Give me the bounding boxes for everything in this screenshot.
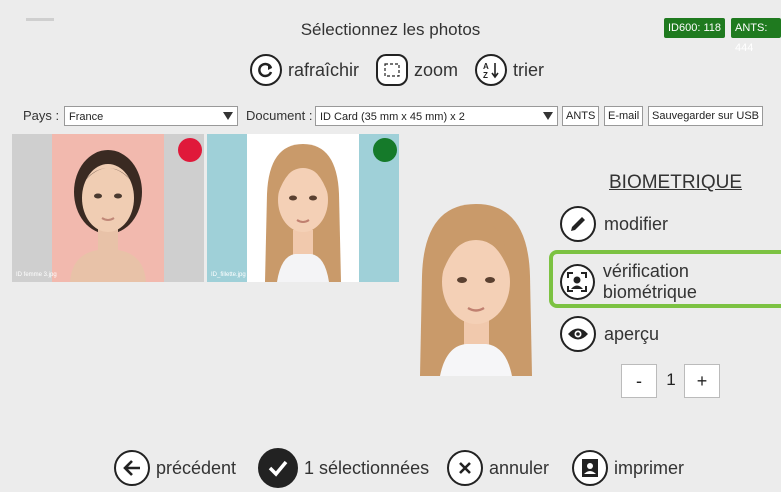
print-button[interactable]: imprimer [572,448,684,488]
quantity-value: 1 [666,370,676,389]
portrait-print-icon [572,450,608,486]
country-label: Pays : [23,108,60,123]
decrement-button[interactable]: - [621,364,657,398]
pencil-icon [560,206,596,242]
woman-portrait [70,150,146,282]
selected-count-label: 1 sélectionnées [304,457,430,478]
arrow-left-icon [114,450,150,486]
photo-filename: ID_fillette.jpg [211,272,246,278]
refresh-button[interactable]: rafraîchir [250,52,359,88]
country-value: France [69,111,104,123]
svg-text:A: A [483,62,489,71]
zoom-frame-icon [376,54,408,86]
eye-icon [560,316,596,352]
sort-label: trier [513,59,544,80]
cancel-button[interactable]: annuler [447,448,549,488]
checkmark-icon [258,448,298,488]
ants-button[interactable]: ANTS [562,106,600,126]
ants-counter-badge: ANTS: 444 [731,18,781,54]
increment-button[interactable]: + [684,364,720,398]
preview-button[interactable]: aperçu [560,316,659,352]
refresh-icon [250,54,282,86]
face-scan-icon [560,264,595,300]
save-usb-button[interactable]: Sauvegarder sur USB [648,106,763,126]
modify-button[interactable]: modifier [560,206,668,242]
document-label: Document : [246,108,313,123]
chevron-down-icon [223,112,233,120]
photo-thumbnail-1[interactable]: ID femme 3.jpg [12,134,204,282]
zoom-label: zoom [414,59,459,80]
biometric-heading: BIOMETRIQUE [609,172,743,193]
previous-label: précédent [156,457,237,478]
email-button[interactable]: E-mail [604,106,644,126]
status-red-dot [178,138,202,162]
biometric-verification-button[interactable]: vérification biométrique [560,261,781,303]
refresh-label: rafraîchir [288,59,360,80]
zoom-button[interactable]: zoom [376,52,458,88]
document-select[interactable]: ID Card (35 mm x 45 mm) x 2 [315,106,558,126]
girl-portrait [265,144,341,282]
preview-label: aperçu [604,323,660,344]
modify-label: modifier [604,213,669,234]
selected-photo-preview [406,196,547,376]
previous-button[interactable]: précédent [114,448,236,488]
biometric-verification-label: vérification biométrique [602,261,697,302]
close-icon [447,450,483,486]
sort-az-icon: AZ [475,54,507,86]
cancel-label: annuler [489,457,550,478]
sort-button[interactable]: AZ trier [475,52,544,88]
svg-text:Z: Z [483,71,488,80]
photo-filename: ID femme 3.jpg [16,272,57,278]
selected-count[interactable]: 1 sélectionnées [258,448,429,488]
photo-thumbnail-2-selected[interactable]: ID_fillette.jpg [207,134,399,282]
document-value: ID Card (35 mm x 45 mm) x 2 [320,111,465,123]
id600-counter-badge: ID600: 118 [664,18,726,38]
chevron-down-icon [543,112,553,120]
country-select[interactable]: France [64,106,238,126]
status-green-dot [373,138,397,162]
print-label: imprimer [614,457,684,478]
